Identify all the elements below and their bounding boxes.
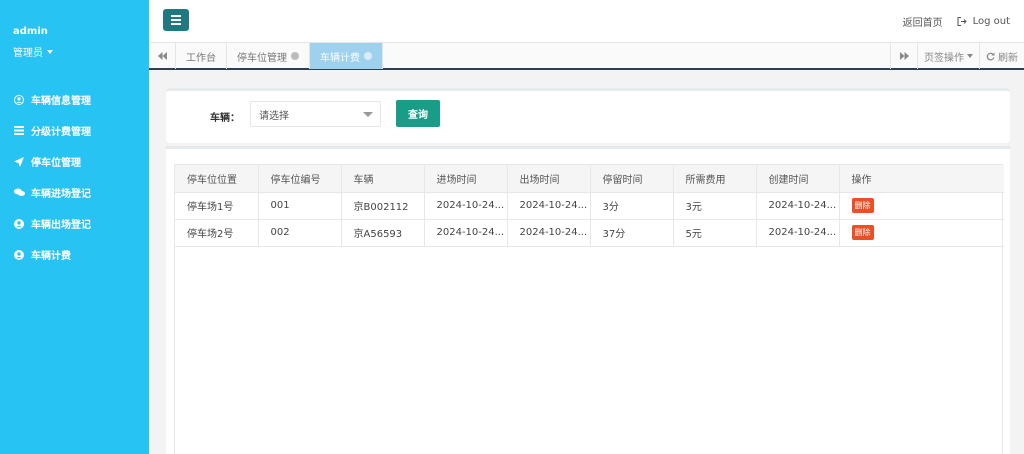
column-header: 进场时间 [424,165,508,193]
table-cell: 002 [258,219,342,247]
column-header: 所需费用 [673,165,757,193]
search-panel: 车辆： 请选择 查询 [166,88,1010,143]
vehicle-filter-label: 车辆： [210,113,240,124]
user-circle-icon [13,94,25,106]
table-cell: 5元 [673,219,757,247]
billing-table: 停车位位置 停车位编号 车辆 进场时间 出场时间 停留时间 所需费用 创建时间 … [175,165,1004,247]
column-header: 停留时间 [590,165,674,193]
hamburger-icon [171,15,181,17]
forward-icon [899,52,909,60]
tab-label: 工作台 [186,52,216,64]
sidebar-item-label: 车辆出场登记 [31,220,91,231]
tabs-scroll-left-button[interactable] [149,43,176,69]
delete-button[interactable]: 删除 [851,225,874,240]
sign-out-icon [957,17,967,26]
table-row: 停车场1号 001 京B002112 2024-10-24... 2024-10… [175,192,1004,220]
table-cell: 3元 [673,192,757,220]
table-cell: 2024-10-24... [756,192,840,220]
table-cell: 停车场1号 [175,192,259,220]
comments-icon [13,187,25,199]
paper-plane-icon [13,156,25,168]
table-cell: 3分 [590,192,674,220]
vehicle-select-value: 请选择 [259,110,289,122]
tab-vehicle-billing[interactable]: 车辆计费 [310,43,383,69]
top-header: 返回首页 Log out [149,0,1024,42]
sidebar-item-label: 车辆计费 [31,251,71,262]
content-area: 车辆： 请选择 查询 停车位位置 停车位编号 车辆 进场时间 出场时间 停留时间… [149,70,1024,454]
tab-parking-space[interactable]: 停车位管理 [227,43,310,69]
tab-tools: 页签操作 刷新 [890,43,1024,69]
sidebar-item-tiered-billing[interactable]: 分级计费管理 [0,115,149,146]
chevron-down-icon [363,112,373,117]
backward-icon [157,52,167,60]
column-header: 停车位位置 [175,165,259,193]
column-header: 操作 [839,165,1004,193]
table-panel: 停车位位置 停车位编号 车辆 进场时间 出场时间 停留时间 所需费用 创建时间 … [166,146,1010,454]
refresh-button[interactable]: 刷新 [979,43,1024,69]
column-header: 停车位编号 [258,165,342,193]
column-header: 出场时间 [507,165,591,193]
tabs-bar: 工作台 停车位管理 车辆计费 页签操作 刷新 [149,42,1024,70]
table-cell: 2024-10-24... [756,219,840,247]
table-row: 停车场2号 002 京A56593 2024-10-24... 2024-10-… [175,219,1004,247]
table-cell: 37分 [590,219,674,247]
caret-down-icon [47,49,53,54]
refresh-label: 刷新 [998,52,1018,64]
table-cell: 2024-10-24... [507,192,591,220]
tab-label: 停车位管理 [237,52,287,64]
sidebar-item-label: 停车位管理 [31,158,81,169]
column-header: 车辆 [341,165,425,193]
role-dropdown[interactable]: 管理员 [13,44,53,59]
sidebar-item-vehicle-info[interactable]: 车辆信息管理 [0,84,149,115]
header-actions: 返回首页 Log out [903,14,1010,29]
close-icon[interactable] [364,52,372,60]
table-cell: 停车场2号 [175,219,259,247]
table-cell: 京B002112 [341,192,425,220]
page-ops-label: 页签操作 [924,52,964,64]
sidebar-item-vehicle-billing[interactable]: 车辆计费 [0,239,149,270]
table-wrapper: 停车位位置 停车位编号 车辆 进场时间 出场时间 停留时间 所需费用 创建时间 … [174,164,1004,454]
table-cell: 2024-10-24... [507,219,591,247]
table-cell: 删除 [839,219,1004,247]
table-cell: 2024-10-24... [424,192,508,220]
close-icon[interactable] [291,52,299,60]
user-circle-icon [13,249,25,261]
caret-down-icon [967,54,973,58]
sidebar-menu: 车辆信息管理 分级计费管理 停车位管理 车辆进场登记 车辆出场登记 车辆计费 [0,84,149,270]
username: admin [13,26,48,37]
page-ops-dropdown[interactable]: 页签操作 [917,43,979,69]
role-label: 管理员 [13,48,43,59]
home-link[interactable]: 返回首页 [903,14,943,29]
sidebar-item-entry-registration[interactable]: 车辆进场登记 [0,177,149,208]
delete-button[interactable]: 删除 [851,198,874,213]
vehicle-select[interactable]: 请选择 [250,101,381,127]
logout-label: Log out [972,16,1010,27]
table-cell: 2024-10-24... [424,219,508,247]
tab-workbench[interactable]: 工作台 [176,43,227,69]
table-cell: 删除 [839,192,1004,220]
query-button[interactable]: 查询 [396,100,440,127]
sidebar-item-label: 分级计费管理 [31,127,91,138]
table-header-row: 停车位位置 停车位编号 车辆 进场时间 出场时间 停留时间 所需费用 创建时间 … [175,165,1004,193]
column-header: 创建时间 [756,165,840,193]
tabs: 工作台 停车位管理 车辆计费 [176,43,383,69]
tab-label: 车辆计费 [320,52,360,64]
table-cell: 京A56593 [341,219,425,247]
sidebar-item-parking-space[interactable]: 停车位管理 [0,146,149,177]
list-icon [13,125,25,137]
refresh-icon [986,52,995,60]
table-cell: 001 [258,192,342,220]
sidebar-item-exit-registration[interactable]: 车辆出场登记 [0,208,149,239]
sidebar: admin 管理员 车辆信息管理 分级计费管理 停车位管理 车辆进场登记 车辆出… [0,0,149,454]
menu-toggle-button[interactable] [163,9,189,31]
tabs-scroll-right-button[interactable] [890,43,917,69]
logout-link[interactable]: Log out [957,16,1010,27]
sidebar-item-label: 车辆信息管理 [31,96,91,107]
sidebar-item-label: 车辆进场登记 [31,189,91,200]
user-circle-icon [13,218,25,230]
